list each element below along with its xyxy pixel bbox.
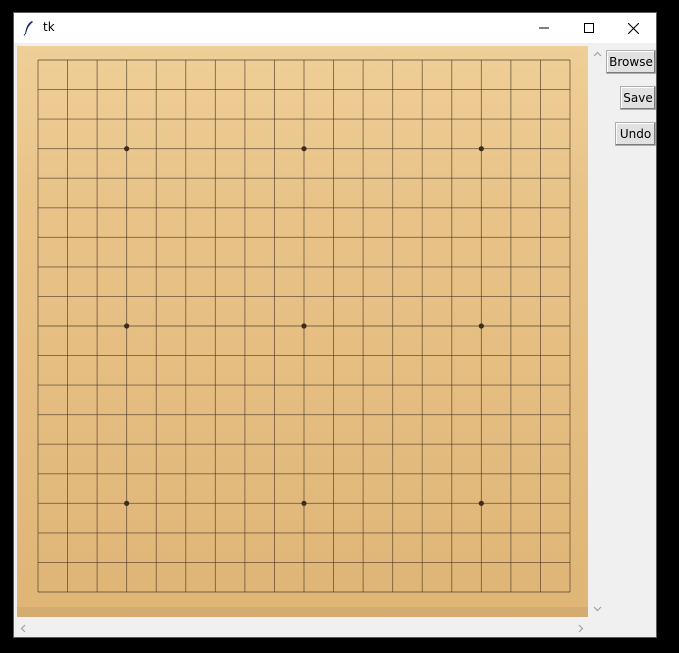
feather-icon <box>23 21 33 36</box>
close-icon <box>628 22 639 34</box>
star-point <box>124 146 130 152</box>
vertical-scrollbar[interactable] <box>589 46 606 617</box>
chevron-down-icon[interactable] <box>593 606 602 612</box>
title-bar[interactable]: tk <box>14 13 656 43</box>
maximize-icon <box>583 23 594 33</box>
client-area: Browse Save Undo <box>14 44 656 637</box>
star-point <box>478 323 484 329</box>
board-inner-shade <box>17 46 588 617</box>
horizontal-scrollbar[interactable] <box>17 620 588 637</box>
star-point <box>478 146 484 152</box>
window-title: tk <box>43 20 55 34</box>
board-bottom-edge <box>17 607 588 617</box>
star-point <box>124 500 130 506</box>
star-point <box>301 500 307 506</box>
browse-button[interactable]: Browse <box>606 50 656 74</box>
chevron-left-icon[interactable] <box>20 624 26 633</box>
star-point <box>301 146 307 152</box>
save-button[interactable]: Save <box>620 86 656 110</box>
chevron-up-icon[interactable] <box>593 51 602 57</box>
go-board-canvas[interactable] <box>17 46 588 617</box>
app-window: tk Browse Save Undo <box>13 12 657 638</box>
star-point <box>124 323 130 329</box>
star-point <box>478 500 484 506</box>
undo-button[interactable]: Undo <box>615 122 656 146</box>
minimize-button[interactable] <box>521 13 566 43</box>
maximize-button[interactable] <box>566 13 611 43</box>
minimize-icon <box>538 27 549 29</box>
chevron-right-icon[interactable] <box>578 624 584 633</box>
close-button[interactable] <box>611 13 656 43</box>
go-board[interactable] <box>17 46 588 617</box>
star-point <box>301 323 307 329</box>
